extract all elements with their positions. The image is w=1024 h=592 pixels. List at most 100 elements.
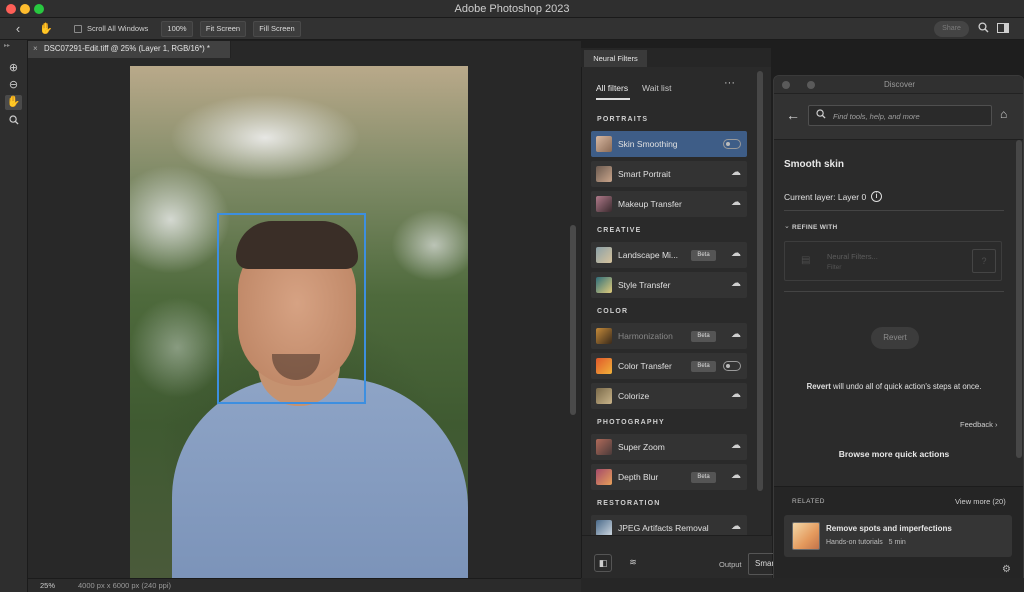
- feedback-link[interactable]: Feedback ›: [960, 420, 998, 429]
- revert-button[interactable]: Revert: [871, 327, 919, 349]
- related-section: RELATED View more (20) Remove spots and …: [774, 486, 1023, 579]
- cloud-download-icon[interactable]: ☁: [731, 521, 741, 532]
- share-button[interactable]: Share: [934, 21, 969, 37]
- category-creative: CREATIVE: [597, 227, 642, 234]
- cloud-download-icon[interactable]: ☁: [731, 167, 741, 178]
- filter-item[interactable]: Depth Blur Beta ☁: [591, 464, 747, 490]
- scroll-all-windows-checkbox[interactable]: [74, 25, 82, 33]
- document-tab-label: DSC07291-Edit.tiff @ 25% (Layer 1, RGB/1…: [44, 44, 210, 53]
- filter-label: Skin Smoothing: [618, 139, 678, 149]
- filter-list-scrollbar[interactable]: [757, 71, 763, 491]
- revert-note: Revert will undo all of quick action's s…: [806, 382, 982, 391]
- filter-label: Depth Blur: [618, 472, 659, 482]
- compare-view-icon[interactable]: ◧: [594, 554, 612, 572]
- related-item[interactable]: Remove spots and imperfections Hands-on …: [784, 515, 1012, 557]
- zoom-tool-icon[interactable]: [5, 113, 22, 128]
- title-bar: Adobe Photoshop 2023: [0, 0, 1024, 18]
- filter-item[interactable]: Colorize ☁: [591, 383, 747, 409]
- filter-thumbnail: [596, 247, 612, 263]
- discover-nav: ← ⌂: [774, 94, 1023, 140]
- filter-item[interactable]: Makeup Transfer ☁: [591, 191, 747, 217]
- filter-label: Smart Portrait: [618, 169, 671, 179]
- cloud-download-icon[interactable]: ☁: [731, 248, 741, 259]
- filter-item[interactable]: Smart Portrait ☁: [591, 161, 747, 187]
- discover-scrollbar[interactable]: [1016, 140, 1022, 458]
- divider: [784, 210, 1004, 211]
- zoom-level[interactable]: 25%: [40, 581, 55, 590]
- cloud-download-icon[interactable]: ☁: [731, 197, 741, 208]
- category-photography: PHOTOGRAPHY: [597, 419, 665, 426]
- options-bar: ‹ ✋ Scroll All Windows 100% Fit Screen F…: [0, 18, 1024, 40]
- category-restoration: RESTORATION: [597, 500, 661, 507]
- zoom-in-icon[interactable]: ⊕: [5, 61, 22, 76]
- cloud-download-icon[interactable]: ☁: [731, 389, 741, 400]
- related-subtitle: Hands-on tutorials 5 min: [826, 539, 906, 546]
- tab-strip: [231, 41, 581, 58]
- tools-panel: ▸▸ ⊕ ⊖ ✋: [0, 40, 28, 592]
- back-arrow-icon[interactable]: ←: [786, 107, 800, 123]
- search-icon[interactable]: [975, 21, 991, 37]
- cloud-download-icon[interactable]: ☁: [731, 440, 741, 451]
- filter-label: Harmonization: [618, 331, 673, 341]
- filter-item[interactable]: Skin Smoothing: [591, 131, 747, 157]
- gear-icon[interactable]: ⚙: [1002, 564, 1011, 575]
- help-icon[interactable]: ?: [972, 249, 996, 273]
- canvas-area[interactable]: [28, 58, 581, 578]
- chevron-down-icon[interactable]: ⌄: [784, 222, 790, 230]
- discover-search[interactable]: [808, 105, 992, 126]
- neural-filters-card[interactable]: ▤ Neural Filters... Filter ?: [784, 241, 1002, 281]
- zoom-100-button[interactable]: 100%: [161, 21, 193, 37]
- hand-tool-icon[interactable]: ✋: [5, 95, 22, 110]
- layers-icon[interactable]: ≋: [624, 554, 642, 572]
- neural-filters-tabbar: Neural Filters: [581, 48, 771, 67]
- view-more-link[interactable]: View more (20): [955, 497, 1006, 506]
- browse-more-link[interactable]: Browse more quick actions: [774, 449, 1014, 459]
- info-icon[interactable]: i: [871, 191, 882, 202]
- filter-label: Color Transfer: [618, 361, 672, 371]
- divider: [784, 291, 1004, 292]
- chevron-left-icon[interactable]: ‹: [10, 21, 26, 37]
- category-color: COLOR: [597, 308, 629, 315]
- filter-thumbnail: [596, 520, 612, 536]
- tab-neural-filters[interactable]: Neural Filters: [584, 50, 647, 67]
- cloud-download-icon[interactable]: ☁: [731, 470, 741, 481]
- filter-label: JPEG Artifacts Removal: [618, 523, 709, 533]
- filter-item[interactable]: Landscape Mi... Beta ☁: [591, 242, 747, 268]
- zoom-out-icon[interactable]: ⊖: [5, 78, 22, 93]
- discover-minimize-button[interactable]: [807, 81, 815, 89]
- app-title: Adobe Photoshop 2023: [454, 3, 570, 15]
- beta-badge: Beta: [691, 331, 716, 342]
- close-tab-icon[interactable]: ×: [33, 44, 38, 53]
- canvas-scrollbar[interactable]: [570, 225, 576, 415]
- more-options-icon[interactable]: ···: [724, 77, 735, 89]
- filter-item[interactable]: Super Zoom ☁: [591, 434, 747, 460]
- panel-grip-icon[interactable]: ▸▸: [4, 42, 10, 49]
- filter-item[interactable]: Harmonization Beta ☁: [591, 323, 747, 349]
- filter-thumbnail: [596, 439, 612, 455]
- beta-badge: Beta: [691, 472, 716, 483]
- neural-filters-panel: All filters Wait list ··· PORTRAITS Skin …: [581, 67, 778, 592]
- refine-with-label[interactable]: REFINE WITH: [792, 224, 838, 231]
- filter-item[interactable]: Style Transfer ☁: [591, 272, 747, 298]
- fill-screen-button[interactable]: Fill Screen: [253, 21, 301, 37]
- tab-all-filters[interactable]: All filters: [596, 83, 628, 93]
- workspace-icon[interactable]: [995, 21, 1011, 37]
- hand-icon[interactable]: ✋: [38, 21, 54, 37]
- home-icon[interactable]: ⌂: [1000, 107, 1007, 121]
- filter-label: Style Transfer: [618, 280, 671, 290]
- current-layer-label: Current layer: Layer 0: [784, 192, 867, 202]
- cloud-download-icon[interactable]: ☁: [731, 329, 741, 340]
- face-detection-box: [217, 213, 366, 404]
- fit-screen-button[interactable]: Fit Screen: [200, 21, 246, 37]
- filter-toggle[interactable]: [723, 139, 741, 149]
- filter-item[interactable]: Color Transfer Beta: [591, 353, 747, 379]
- cloud-download-icon[interactable]: ☁: [731, 278, 741, 289]
- document-tab[interactable]: × DSC07291-Edit.tiff @ 25% (Layer 1, RGB…: [28, 41, 231, 58]
- filter-toggle[interactable]: [723, 361, 741, 371]
- portrait-photo[interactable]: [130, 66, 468, 578]
- discover-search-input[interactable]: [833, 109, 983, 123]
- discover-close-button[interactable]: [782, 81, 790, 89]
- filter-doc-icon: ▤: [801, 255, 811, 266]
- tab-wait-list[interactable]: Wait list: [642, 83, 671, 93]
- filter-label: Landscape Mi...: [618, 250, 679, 260]
